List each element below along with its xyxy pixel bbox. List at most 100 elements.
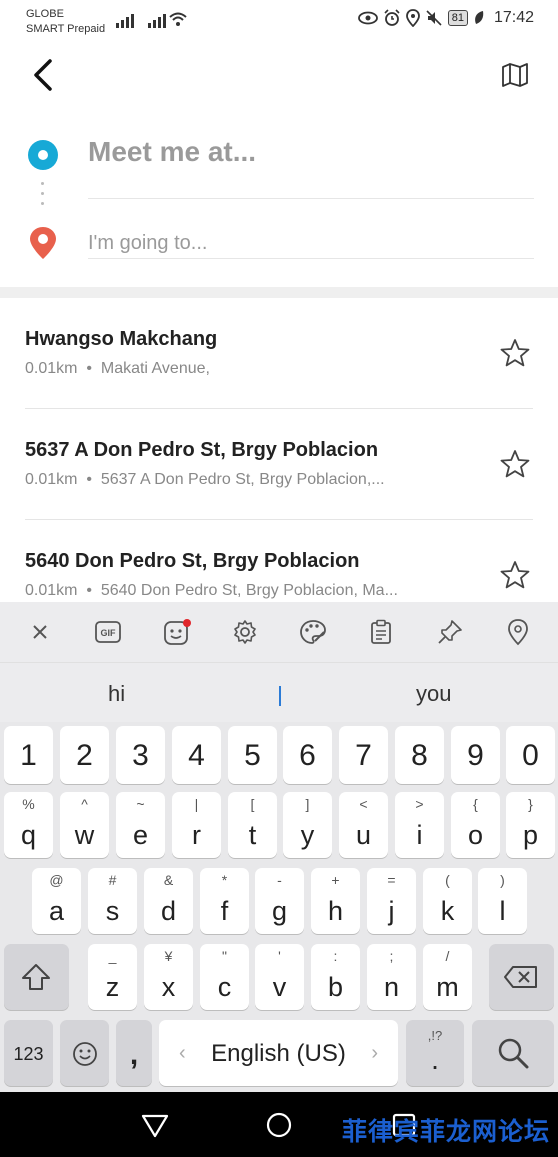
- back-arrow-icon[interactable]: [30, 58, 58, 92]
- key-7[interactable]: 7: [339, 726, 388, 784]
- result-subtitle: 0.01km • 5640 Don Pedro St, Brgy Poblaci…: [25, 582, 398, 600]
- nav-home-icon[interactable]: [265, 1111, 293, 1139]
- key-c[interactable]: " c: [200, 944, 249, 1010]
- space-key-label: English (US): [211, 1040, 346, 1067]
- result-distance: 0.01km: [25, 360, 78, 377]
- carrier-info: GLOBE SMART Prepaid: [26, 7, 105, 37]
- emoji-key[interactable]: [60, 1020, 109, 1086]
- key-t[interactable]: [t: [228, 792, 277, 858]
- result-title: 5637 A Don Pedro St, Brgy Poblacion: [25, 439, 379, 461]
- key-e[interactable]: ~ e: [116, 792, 165, 858]
- key-f[interactable]: * f: [200, 868, 249, 934]
- key-d[interactable]: & d: [144, 868, 193, 934]
- location-status-icon: [405, 9, 420, 27]
- bullet: •: [86, 582, 92, 599]
- symbols-key[interactable]: 123: [4, 1020, 53, 1086]
- key-a[interactable]: @ a: [32, 868, 81, 934]
- gif-icon[interactable]: GIF: [93, 617, 123, 647]
- result-item[interactable]: 5637 A Don Pedro St, Brgy Poblacion 0.01…: [0, 409, 558, 520]
- divider: [88, 258, 534, 259]
- result-title: Hwangso Makchang: [25, 328, 218, 350]
- star-icon[interactable]: [500, 449, 530, 479]
- watermark: 菲律宾菲龙网论坛: [341, 1118, 550, 1146]
- key-9[interactable]: 9: [451, 726, 500, 784]
- period-key[interactable]: ,!?.: [406, 1020, 464, 1086]
- key-8[interactable]: 8: [395, 726, 444, 784]
- gif-label: GIF: [101, 628, 117, 638]
- key-l[interactable]: ) l: [478, 868, 527, 934]
- sticker-icon[interactable]: [162, 617, 192, 647]
- location-icon[interactable]: [503, 617, 533, 647]
- destination-input[interactable]: I'm going to...: [88, 232, 207, 255]
- key-s[interactable]: # s: [88, 868, 137, 934]
- signal-icon: [116, 12, 134, 28]
- key-h[interactable]: + h: [311, 868, 360, 934]
- key-p[interactable]: } p: [506, 792, 555, 858]
- key-o[interactable]: {o: [451, 792, 500, 858]
- result-subtitle: 0.01km • Makati Avenue,: [25, 360, 210, 378]
- suggestion-right[interactable]: you: [416, 681, 451, 707]
- search-icon: [498, 1038, 529, 1069]
- eye-icon: [357, 11, 378, 25]
- key-g[interactable]: -g: [255, 868, 304, 934]
- carrier-name: GLOBE: [26, 8, 64, 20]
- key-0[interactable]: 0: [506, 726, 555, 784]
- key-1[interactable]: 1: [4, 726, 53, 784]
- close-icon[interactable]: [25, 617, 55, 647]
- clock: 17:42: [493, 9, 534, 26]
- route-dotted-line: [41, 182, 45, 216]
- result-item[interactable]: Hwangso Makchang 0.01km • Makati Avenue,: [0, 298, 558, 409]
- keyboard-toolbar: GIF: [0, 602, 558, 662]
- search-key[interactable]: [472, 1020, 554, 1086]
- alarm-icon: [384, 9, 400, 26]
- key-r[interactable]: | r: [172, 792, 221, 858]
- clipboard-icon[interactable]: [366, 617, 396, 647]
- key-3[interactable]: 3: [116, 726, 165, 784]
- key-z[interactable]: _ z: [88, 944, 137, 1010]
- key-m[interactable]: / m: [423, 944, 472, 1010]
- star-icon[interactable]: [500, 560, 530, 590]
- key-b[interactable]: :b: [311, 944, 360, 1010]
- shift-key[interactable]: [4, 944, 69, 1010]
- key-w[interactable]: ^ w: [60, 792, 109, 858]
- origin-input[interactable]: Meet me at...: [88, 136, 256, 168]
- key-v[interactable]: ' v: [255, 944, 304, 1010]
- result-address: Makati Avenue,: [100, 360, 210, 377]
- backspace-key[interactable]: [489, 944, 554, 1010]
- key-q[interactable]: % q: [4, 792, 53, 858]
- key-5[interactable]: 5: [228, 726, 277, 784]
- key-x[interactable]: ¥ x: [144, 944, 193, 1010]
- destination-pin-icon: [30, 227, 56, 259]
- divider: [88, 198, 534, 199]
- leaf-icon: [475, 11, 484, 24]
- comma-key[interactable]: ,: [116, 1020, 152, 1086]
- key-4[interactable]: 4: [172, 726, 221, 784]
- map-icon[interactable]: [502, 63, 528, 87]
- status-icons: 81 17:42: [357, 9, 534, 27]
- result-title: 5640 Don Pedro St, Brgy Poblacion: [25, 550, 360, 572]
- key-i[interactable]: > i: [395, 792, 444, 858]
- section-divider: [0, 287, 558, 298]
- result-distance: 0.01km: [25, 471, 78, 488]
- result-subtitle: 0.01km • 5637 A Don Pedro St, Brgy Pobla…: [25, 471, 385, 489]
- key-u[interactable]: < u: [339, 792, 388, 858]
- key-n[interactable]: ; n: [367, 944, 416, 1010]
- suggestion-left[interactable]: hi: [108, 681, 125, 707]
- backspace-icon: [504, 966, 537, 988]
- key-2[interactable]: 2: [60, 726, 109, 784]
- space-key[interactable]: ‹ English (US) ›: [159, 1020, 398, 1086]
- key-y[interactable]: ] y: [283, 792, 332, 858]
- key-j[interactable]: = j: [367, 868, 416, 934]
- pin-icon[interactable]: [435, 617, 465, 647]
- screen: GLOBE SMART Prepaid 81 17:42 Meet me at.…: [0, 0, 558, 1157]
- key-k[interactable]: (k: [423, 868, 472, 934]
- carrier-name-2: SMART Prepaid: [26, 23, 106, 35]
- chevron-right-icon: ›: [371, 1042, 378, 1064]
- star-icon[interactable]: [500, 338, 530, 368]
- settings-icon[interactable]: [230, 617, 260, 647]
- key-6[interactable]: 6: [283, 726, 332, 784]
- nav-back-icon[interactable]: [141, 1114, 169, 1138]
- emoji-icon: [73, 1042, 97, 1066]
- results-list: Hwangso Makchang 0.01km • Makati Avenue,…: [0, 298, 558, 631]
- theme-palette-icon[interactable]: [298, 617, 328, 647]
